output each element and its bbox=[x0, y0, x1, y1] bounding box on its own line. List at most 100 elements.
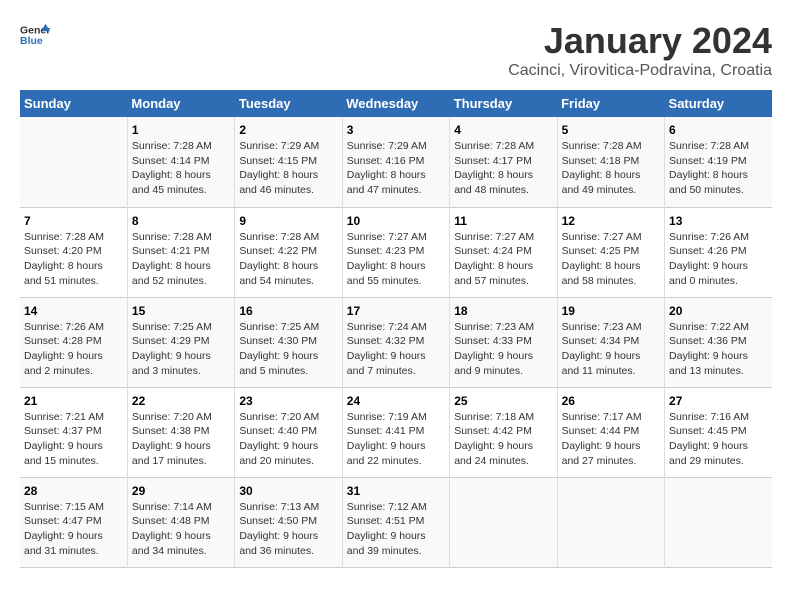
header-wednesday: Wednesday bbox=[342, 90, 449, 117]
cell-text: Sunrise: 7:22 AM Sunset: 4:36 PM Dayligh… bbox=[669, 320, 768, 379]
day-number: 23 bbox=[239, 394, 337, 408]
calendar-body: 1Sunrise: 7:28 AM Sunset: 4:14 PM Daylig… bbox=[20, 117, 772, 567]
subtitle: Cacinci, Virovitica-Podravina, Croatia bbox=[508, 62, 772, 80]
cell-text: Sunrise: 7:23 AM Sunset: 4:33 PM Dayligh… bbox=[454, 320, 552, 379]
main-title: January 2024 bbox=[508, 20, 772, 62]
cell-text: Sunrise: 7:29 AM Sunset: 4:16 PM Dayligh… bbox=[347, 139, 445, 198]
cell-text: Sunrise: 7:27 AM Sunset: 4:23 PM Dayligh… bbox=[347, 230, 445, 289]
calendar-cell: 7 Sunrise: 7:28 AM Sunset: 4:20 PM Daylig… bbox=[20, 207, 127, 297]
day-number: 24 bbox=[347, 394, 445, 408]
day-number: 31 bbox=[347, 484, 445, 498]
day-number: 9 bbox=[239, 214, 337, 228]
calendar-cell bbox=[20, 117, 127, 207]
day-number: 15 bbox=[132, 304, 230, 318]
cell-text: Sunrise: 7:26 AM Sunset: 4:28 PM Dayligh… bbox=[24, 320, 123, 379]
logo-icon: General Blue bbox=[20, 20, 50, 50]
calendar-cell: 19 Sunrise: 7:23 AM Sunset: 4:34 PM Dayli… bbox=[557, 297, 664, 387]
header-thursday: Thursday bbox=[450, 90, 557, 117]
day-number: 19 bbox=[562, 304, 660, 318]
day-number: 4 bbox=[454, 123, 552, 137]
svg-text:Blue: Blue bbox=[20, 35, 43, 47]
cell-text: Sunrise: 7:12 AM Sunset: 4:51 PM Dayligh… bbox=[347, 500, 445, 559]
day-number: 20 bbox=[669, 304, 768, 318]
day-number: 22 bbox=[132, 394, 230, 408]
logo: General Blue bbox=[20, 20, 50, 50]
cell-text: Sunrise: 7:27 AM Sunset: 4:25 PM Dayligh… bbox=[562, 230, 660, 289]
calendar-header: Sunday Monday Tuesday Wednesday Thursday… bbox=[20, 90, 772, 117]
day-number: 14 bbox=[24, 304, 123, 318]
day-number: 30 bbox=[239, 484, 337, 498]
calendar-cell: 8 Sunrise: 7:28 AM Sunset: 4:21 PM Daylig… bbox=[127, 207, 234, 297]
calendar-cell bbox=[450, 477, 557, 567]
cell-text: Sunrise: 7:13 AM Sunset: 4:50 PM Dayligh… bbox=[239, 500, 337, 559]
calendar-cell: 26Sunrise: 7:17 AM Sunset: 4:44 PM Dayli… bbox=[557, 387, 664, 477]
cell-text: Sunrise: 7:28 AM Sunset: 4:20 PM Dayligh… bbox=[24, 230, 123, 289]
day-number: 3 bbox=[347, 123, 445, 137]
calendar-cell: 17Sunrise: 7:24 AM Sunset: 4:32 PM Dayli… bbox=[342, 297, 449, 387]
cell-text: Sunrise: 7:25 AM Sunset: 4:30 PM Dayligh… bbox=[239, 320, 337, 379]
cell-text: Sunrise: 7:28 AM Sunset: 4:21 PM Dayligh… bbox=[132, 230, 230, 289]
day-number: 21 bbox=[24, 394, 123, 408]
header-friday: Friday bbox=[557, 90, 664, 117]
calendar-cell: 9 Sunrise: 7:28 AM Sunset: 4:22 PM Daylig… bbox=[235, 207, 342, 297]
week-row-3: 14 Sunrise: 7:26 AM Sunset: 4:28 PM Dayli… bbox=[20, 297, 772, 387]
cell-text: Sunrise: 7:20 AM Sunset: 4:40 PM Dayligh… bbox=[239, 410, 337, 469]
calendar-cell: 30 Sunrise: 7:13 AM Sunset: 4:50 PM Dayli… bbox=[235, 477, 342, 567]
day-number: 27 bbox=[669, 394, 768, 408]
calendar-cell: 10 Sunrise: 7:27 AM Sunset: 4:23 PM Dayli… bbox=[342, 207, 449, 297]
cell-text: Sunrise: 7:20 AM Sunset: 4:38 PM Dayligh… bbox=[132, 410, 230, 469]
day-number: 29 bbox=[132, 484, 230, 498]
calendar-cell: 4Sunrise: 7:28 AM Sunset: 4:17 PM Daylig… bbox=[450, 117, 557, 207]
day-number: 12 bbox=[562, 214, 660, 228]
day-number: 7 bbox=[24, 214, 123, 228]
cell-text: Sunrise: 7:21 AM Sunset: 4:37 PM Dayligh… bbox=[24, 410, 123, 469]
day-number: 10 bbox=[347, 214, 445, 228]
cell-text: Sunrise: 7:28 AM Sunset: 4:19 PM Dayligh… bbox=[669, 139, 768, 198]
cell-text: Sunrise: 7:26 AM Sunset: 4:26 PM Dayligh… bbox=[669, 230, 768, 289]
calendar-cell bbox=[557, 477, 664, 567]
calendar-cell bbox=[665, 477, 772, 567]
day-number: 6 bbox=[669, 123, 768, 137]
header-row: Sunday Monday Tuesday Wednesday Thursday… bbox=[20, 90, 772, 117]
header-saturday: Saturday bbox=[665, 90, 772, 117]
day-number: 17 bbox=[347, 304, 445, 318]
cell-text: Sunrise: 7:19 AM Sunset: 4:41 PM Dayligh… bbox=[347, 410, 445, 469]
cell-text: Sunrise: 7:27 AM Sunset: 4:24 PM Dayligh… bbox=[454, 230, 552, 289]
calendar-cell: 21 Sunrise: 7:21 AM Sunset: 4:37 PM Dayli… bbox=[20, 387, 127, 477]
day-number: 11 bbox=[454, 214, 552, 228]
calendar-cell: 23 Sunrise: 7:20 AM Sunset: 4:40 PM Dayli… bbox=[235, 387, 342, 477]
calendar-cell: 15Sunrise: 7:25 AM Sunset: 4:29 PM Dayli… bbox=[127, 297, 234, 387]
day-number: 25 bbox=[454, 394, 552, 408]
week-row-5: 28Sunrise: 7:15 AM Sunset: 4:47 PM Dayli… bbox=[20, 477, 772, 567]
calendar-cell: 16 Sunrise: 7:25 AM Sunset: 4:30 PM Dayli… bbox=[235, 297, 342, 387]
day-number: 16 bbox=[239, 304, 337, 318]
header: General Blue January 2024 Cacinci, Virov… bbox=[20, 20, 772, 80]
calendar-cell: 13 Sunrise: 7:26 AM Sunset: 4:26 PM Dayli… bbox=[665, 207, 772, 297]
day-number: 2 bbox=[239, 123, 337, 137]
calendar-cell: 27 Sunrise: 7:16 AM Sunset: 4:45 PM Dayli… bbox=[665, 387, 772, 477]
calendar-cell: 2 Sunrise: 7:29 AM Sunset: 4:15 PM Daylig… bbox=[235, 117, 342, 207]
header-tuesday: Tuesday bbox=[235, 90, 342, 117]
calendar-cell: 14 Sunrise: 7:26 AM Sunset: 4:28 PM Dayli… bbox=[20, 297, 127, 387]
day-number: 28 bbox=[24, 484, 123, 498]
day-number: 18 bbox=[454, 304, 552, 318]
cell-text: Sunrise: 7:23 AM Sunset: 4:34 PM Dayligh… bbox=[562, 320, 660, 379]
calendar-cell: 31 Sunrise: 7:12 AM Sunset: 4:51 PM Dayli… bbox=[342, 477, 449, 567]
cell-text: Sunrise: 7:28 AM Sunset: 4:22 PM Dayligh… bbox=[239, 230, 337, 289]
week-row-4: 21 Sunrise: 7:21 AM Sunset: 4:37 PM Dayli… bbox=[20, 387, 772, 477]
cell-text: Sunrise: 7:29 AM Sunset: 4:15 PM Dayligh… bbox=[239, 139, 337, 198]
day-number: 26 bbox=[562, 394, 660, 408]
cell-text: Sunrise: 7:16 AM Sunset: 4:45 PM Dayligh… bbox=[669, 410, 768, 469]
header-sunday: Sunday bbox=[20, 90, 127, 117]
cell-text: Sunrise: 7:28 AM Sunset: 4:14 PM Dayligh… bbox=[132, 139, 230, 198]
calendar-cell: 12 Sunrise: 7:27 AM Sunset: 4:25 PM Dayli… bbox=[557, 207, 664, 297]
day-number: 13 bbox=[669, 214, 768, 228]
calendar-cell: 22 Sunrise: 7:20 AM Sunset: 4:38 PM Dayli… bbox=[127, 387, 234, 477]
cell-text: Sunrise: 7:28 AM Sunset: 4:18 PM Dayligh… bbox=[562, 139, 660, 198]
calendar-cell: 28Sunrise: 7:15 AM Sunset: 4:47 PM Dayli… bbox=[20, 477, 127, 567]
calendar-cell: 6 Sunrise: 7:28 AM Sunset: 4:19 PM Daylig… bbox=[665, 117, 772, 207]
day-number: 8 bbox=[132, 214, 230, 228]
calendar-cell: 11 Sunrise: 7:27 AM Sunset: 4:24 PM Dayli… bbox=[450, 207, 557, 297]
calendar-cell: 18 Sunrise: 7:23 AM Sunset: 4:33 PM Dayli… bbox=[450, 297, 557, 387]
calendar-cell: 29Sunrise: 7:14 AM Sunset: 4:48 PM Dayli… bbox=[127, 477, 234, 567]
